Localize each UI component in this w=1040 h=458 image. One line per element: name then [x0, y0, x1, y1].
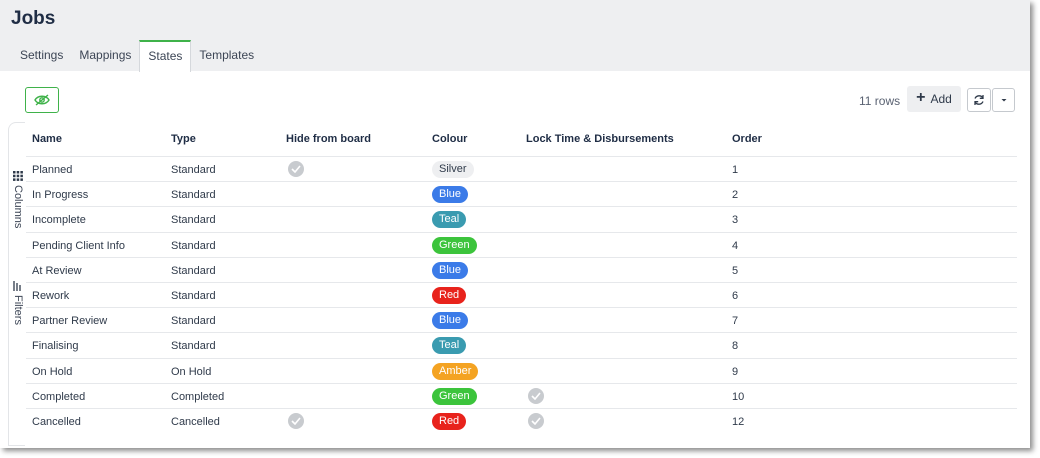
column-header-lock-time[interactable]: Lock Time & Disbursements — [526, 133, 674, 145]
hide-check-icon — [288, 413, 304, 429]
cell-name: Rework — [32, 290, 70, 302]
filters-panel-tab[interactable]: Filters — [11, 281, 25, 325]
toggle-hidden-button[interactable] — [25, 87, 59, 113]
cell-name: In Progress — [32, 189, 89, 202]
cell-order: 1 — [732, 164, 739, 176]
cell-type: On Hold — [171, 365, 212, 378]
grid-icon — [13, 171, 23, 181]
tab-settings[interactable]: Settings — [12, 40, 71, 71]
cell-type: Standard — [171, 264, 216, 277]
eye-slash-icon — [34, 94, 50, 106]
columns-panel-label: Columns — [12, 185, 24, 229]
table-row[interactable]: Completed Completed Green 10 — [26, 382, 1017, 409]
lock-check-icon — [528, 413, 544, 429]
side-panel: Columns Filters — [8, 122, 25, 446]
colour-badge: Blue — [432, 186, 469, 204]
cell-type: Standard — [171, 290, 216, 302]
colour-badge: Teal — [432, 337, 467, 355]
lock-check-icon — [528, 387, 544, 404]
hide-check-icon — [288, 161, 304, 177]
table-row[interactable]: Pending Client Info Standard Green 4 — [26, 231, 1017, 258]
cell-order: 10 — [732, 390, 745, 403]
colour-badge: Red — [432, 287, 467, 304]
cell-type: Standard — [171, 340, 216, 353]
cell-name: On Hold — [32, 365, 73, 378]
cell-order: 7 — [732, 315, 739, 328]
column-header-name[interactable]: Name — [32, 133, 62, 145]
add-button[interactable]: + Add — [907, 86, 961, 112]
refresh-button[interactable] — [967, 88, 991, 112]
add-button-label: Add — [930, 92, 952, 106]
colour-badge: Red — [432, 413, 467, 430]
colour-badge: Green — [432, 387, 477, 405]
colour-badge: Blue — [432, 312, 469, 330]
cell-order: 12 — [732, 416, 745, 428]
cell-name: Completed — [32, 390, 86, 403]
refresh-icon — [974, 95, 984, 105]
cell-order: 4 — [732, 239, 739, 252]
cell-order: 8 — [732, 340, 739, 353]
table-row[interactable]: In Progress Standard Blue 2 — [26, 181, 1017, 207]
filters-panel-label: Filters — [12, 295, 24, 325]
cell-order: 5 — [732, 264, 739, 277]
page-header: Jobs Settings Mappings States Templates — [0, 0, 1030, 72]
table-row[interactable]: Partner Review Standard Blue 7 — [26, 307, 1017, 333]
table-row[interactable]: Planned Standard Silver 1 — [26, 156, 1017, 182]
table-row[interactable]: Rework Standard Red 6 — [26, 282, 1017, 308]
table-row[interactable]: Incomplete Standard Teal 3 — [26, 206, 1017, 232]
cell-name: Partner Review — [32, 315, 108, 328]
app-window: Jobs Settings Mappings States Templates … — [0, 0, 1030, 448]
tab-bar: Settings Mappings States Templates — [12, 40, 262, 72]
cell-name: Finalising — [32, 340, 79, 353]
cell-order: 3 — [732, 214, 739, 227]
cell-type: Standard — [171, 239, 216, 252]
column-header-order[interactable]: Order — [732, 133, 762, 145]
options-dropdown-button[interactable] — [992, 88, 1015, 112]
cell-type: Cancelled — [171, 416, 220, 428]
cell-name: Incomplete — [32, 214, 86, 227]
cell-name: Cancelled — [32, 416, 81, 428]
cell-type: Standard — [171, 189, 216, 202]
columns-panel-tab[interactable]: Columns — [11, 171, 25, 228]
table-row[interactable]: On Hold On Hold Amber 9 — [26, 357, 1017, 384]
cell-type: Standard — [171, 164, 216, 176]
colour-badge: Teal — [432, 211, 467, 229]
column-header-hide-from-board[interactable]: Hide from board — [286, 133, 371, 145]
filter-icon — [13, 281, 21, 291]
row-count: 11 rows — [859, 94, 901, 108]
cell-name: Pending Client Info — [32, 239, 125, 252]
cell-type: Completed — [171, 390, 225, 403]
column-header-colour[interactable]: Colour — [432, 133, 467, 145]
cell-type: Standard — [171, 214, 216, 227]
tab-templates[interactable]: Templates — [191, 40, 262, 71]
caret-down-icon — [1001, 99, 1006, 102]
tab-mappings[interactable]: Mappings — [71, 40, 139, 71]
cell-name: At Review — [32, 264, 82, 277]
cell-order: 2 — [732, 189, 739, 202]
cell-name: Planned — [32, 164, 73, 176]
column-header-type[interactable]: Type — [171, 133, 196, 145]
table-row[interactable]: Cancelled Cancelled Red 12 — [26, 408, 1017, 434]
table-row[interactable]: At Review Standard Blue 5 — [26, 256, 1017, 283]
colour-badge: Blue — [432, 261, 469, 279]
tab-states[interactable]: States — [139, 40, 192, 72]
plus-icon: + — [916, 89, 926, 106]
cell-type: Standard — [171, 315, 216, 328]
colour-badge: Green — [432, 236, 477, 254]
page-title: Jobs — [11, 8, 56, 29]
colour-badge: Amber — [432, 362, 479, 380]
cell-order: 6 — [732, 290, 739, 302]
table-row[interactable]: Finalising Standard Teal 8 — [26, 332, 1017, 358]
colour-badge: Silver — [432, 161, 474, 178]
cell-order: 9 — [732, 365, 739, 378]
